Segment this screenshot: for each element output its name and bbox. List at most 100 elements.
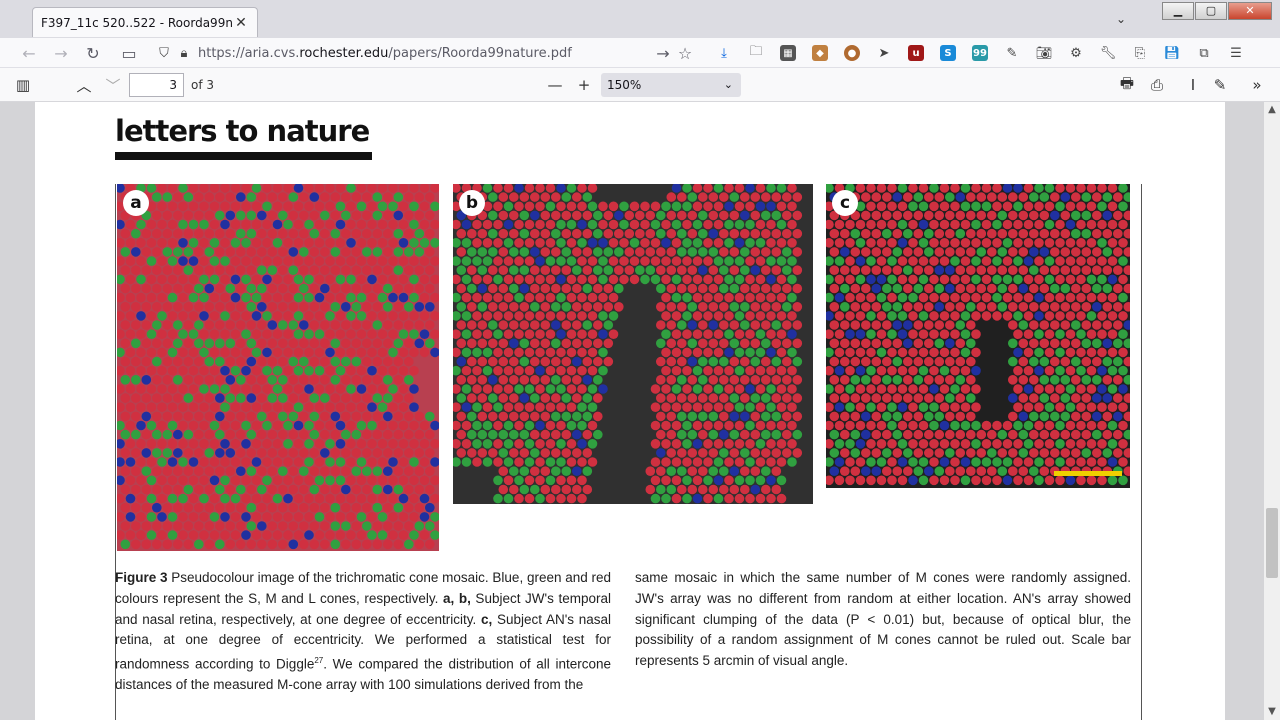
vertical-scrollbar[interactable]: ▲ ▼ (1264, 102, 1280, 720)
cone-dot (755, 493, 766, 504)
cone-dot (908, 311, 918, 321)
s-extension-icon[interactable]: S (934, 41, 962, 65)
cone-dot (577, 457, 587, 467)
cone-dot (713, 439, 724, 449)
browser-tab[interactable]: F397_11c 520..522 - Roorda99nature ✕ (32, 7, 258, 37)
cone-dot (209, 256, 220, 266)
zoom-out-icon[interactable]: — (541, 72, 569, 98)
scrollbar-thumb[interactable] (1266, 508, 1278, 578)
bookmark-star-icon[interactable]: ☆ (670, 39, 700, 67)
monkey-icon[interactable]: ● (838, 41, 866, 65)
sidebar-toggle-icon[interactable]: ▭ (114, 39, 144, 67)
url-text[interactable]: https://aria.cvs.rochester.edu/papers/Ro… (198, 46, 572, 61)
save-icon[interactable]: 💾︎ (1158, 41, 1186, 65)
tab-list-chevron-icon[interactable]: ⌄ (1116, 12, 1132, 28)
copy-icon[interactable]: ⎘ (1126, 41, 1154, 65)
maximize-button[interactable]: ▢ (1195, 2, 1227, 20)
cone-dot (393, 210, 404, 221)
journal-header: letters to nature (115, 114, 370, 148)
cone-dot (204, 356, 215, 367)
eyedropper-icon[interactable]: ✎ (998, 41, 1026, 65)
cone-dot (945, 411, 955, 422)
cone-dot (1081, 411, 1092, 422)
zoom-in-icon[interactable]: + (570, 72, 598, 98)
lock-icon[interactable]: 🔒︎ (174, 46, 194, 61)
pdf-sidebar-toggle-icon[interactable]: ▥ (9, 72, 37, 98)
close-window-button[interactable]: ✕ (1228, 2, 1272, 20)
back-arrow-icon[interactable]: ← (14, 39, 44, 67)
zoom-select[interactable]: 150% ⌄ (601, 73, 741, 97)
cone-dot (677, 210, 687, 221)
cone-dot (419, 238, 430, 248)
cone-dot (503, 274, 514, 285)
cone-dot (997, 429, 1008, 440)
cone-dot (908, 420, 918, 431)
cone-dot (771, 466, 782, 477)
previous-page-icon[interactable]: ︿ (70, 72, 98, 98)
cone-dot (183, 448, 194, 458)
minimize-button[interactable]: ▁ (1162, 2, 1194, 20)
cone-dot (629, 219, 640, 230)
mosaic-a (117, 184, 439, 551)
print-icon[interactable]: 🖶︎ (1113, 72, 1141, 98)
extensions-puzzle-icon[interactable]: ⧉ (1190, 41, 1218, 65)
cone-dot (220, 274, 230, 285)
cone-dot (309, 247, 320, 257)
cone-dot (687, 448, 698, 458)
cone-dot (603, 210, 614, 221)
cone-dot (530, 411, 540, 422)
url-bar[interactable]: ⛉ 🔒︎ https://aria.cvs.rochester.edu/pape… (154, 41, 700, 65)
cone-dot (393, 502, 404, 513)
cone-dot (362, 375, 372, 385)
cone-dot (356, 201, 367, 212)
cone-dot (477, 356, 488, 367)
cone-dot (456, 375, 467, 385)
cone-dot (724, 311, 734, 321)
more-tools-icon[interactable]: » (1243, 72, 1271, 98)
pdf-viewer[interactable]: letters to nature a b c Figure 3 Pseudoc… (0, 102, 1280, 720)
qr-code-icon[interactable]: ▦ (774, 41, 802, 65)
download-icon[interactable]: ⤓ (710, 41, 738, 65)
text-cursor-icon[interactable]: I (1179, 72, 1207, 98)
cursor-icon[interactable]: ➤ (870, 41, 898, 65)
wrench-icon[interactable]: 🔧︎ (1094, 41, 1122, 65)
puzzle-ext-icon[interactable]: ◆ (806, 41, 834, 65)
page-number-input[interactable]: 3 (129, 73, 184, 97)
gear-icon[interactable]: ⚙ (1062, 41, 1090, 65)
save-pdf-icon[interactable]: ⎙ (1143, 72, 1171, 98)
cone-dot (876, 420, 887, 431)
cone-dot (330, 338, 341, 349)
next-page-icon[interactable]: ﹀ (99, 72, 127, 98)
cone-dot (771, 393, 782, 403)
cone-dot (929, 475, 939, 486)
cone-dot (383, 320, 393, 330)
cone-dot (650, 201, 661, 212)
cone-dot (945, 338, 955, 349)
forward-arrow-icon[interactable]: → (46, 39, 76, 67)
scroll-up-icon[interactable]: ▲ (1264, 102, 1280, 118)
draw-pen-icon[interactable]: ✎ (1206, 72, 1234, 98)
cone-dot (393, 539, 404, 550)
tab-close-icon[interactable]: ✕ (233, 15, 249, 31)
menu-hamburger-icon[interactable]: ☰ (1222, 41, 1250, 65)
scroll-down-icon[interactable]: ▼ (1264, 704, 1280, 720)
cone-dot (987, 210, 997, 221)
cube-badge-icon[interactable]: 99 (966, 41, 994, 65)
shield-icon[interactable]: ⛉ (154, 46, 174, 61)
folder-download-icon[interactable]: 🗀︎ (742, 41, 770, 65)
camera-icon[interactable]: 📷︎ (1030, 41, 1058, 65)
cone-dot (330, 320, 341, 330)
cone-dot (992, 201, 1002, 212)
cone-dot (745, 475, 755, 486)
cone-dot (236, 429, 246, 440)
cone-dot (692, 457, 703, 467)
cone-dot (871, 448, 882, 458)
cone-dot (362, 356, 372, 367)
cone-dot (840, 448, 850, 458)
reload-icon[interactable]: ↻ (78, 39, 108, 67)
cone-dot (987, 192, 997, 202)
ublock-icon[interactable]: u (902, 41, 930, 65)
cone-dot (498, 210, 509, 221)
cone-dot (719, 393, 729, 403)
cone-dot (782, 265, 792, 275)
